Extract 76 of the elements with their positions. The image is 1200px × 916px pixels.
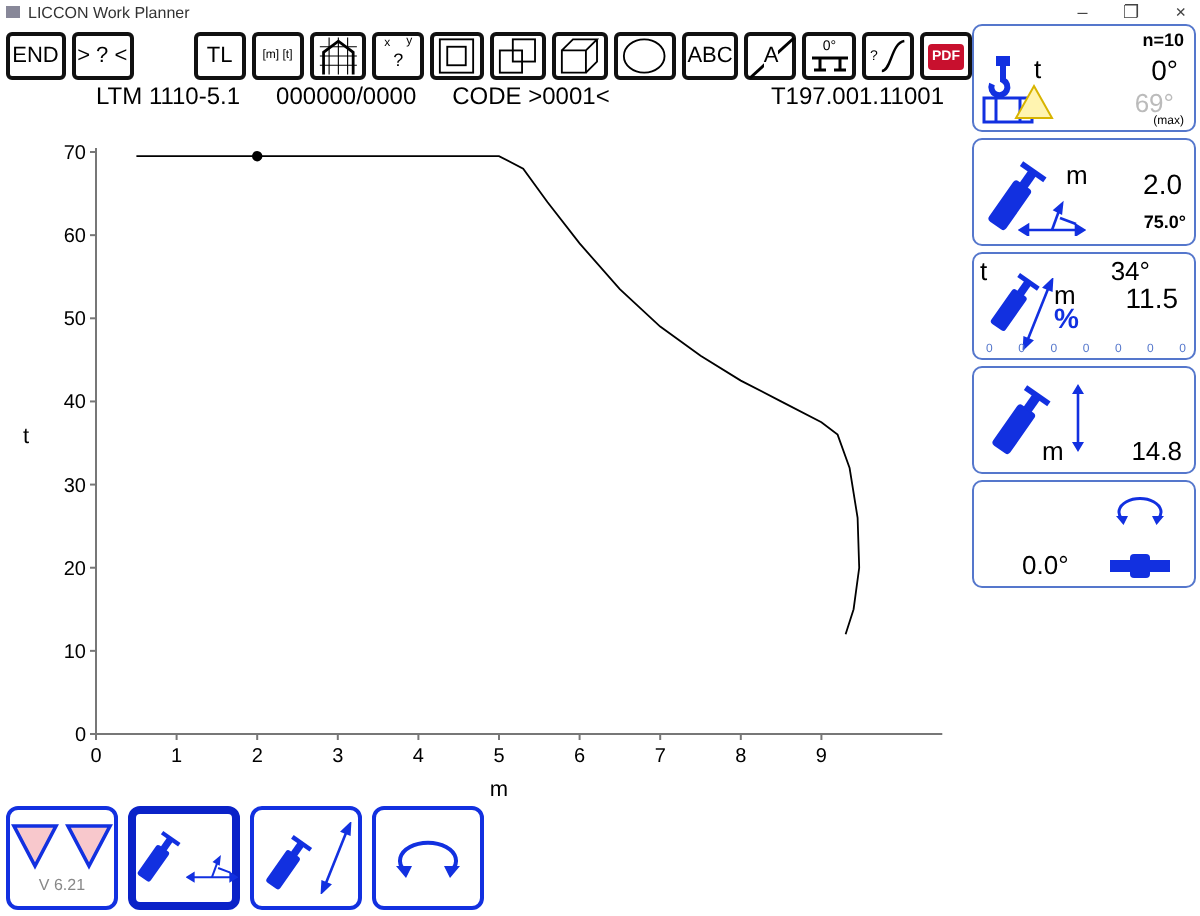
mode-button[interactable] xyxy=(372,806,484,910)
window-control-button[interactable]: × xyxy=(1161,1,1200,23)
double-arrow-icon xyxy=(318,822,354,894)
house-grid-icon xyxy=(317,34,359,78)
y-axis-label: t xyxy=(22,425,30,449)
x-tick-label: 0 xyxy=(90,746,102,768)
toolbar-button[interactable] xyxy=(614,32,676,80)
toolbar-button[interactable] xyxy=(430,32,484,80)
header-text: LTM 1110-5.1 xyxy=(96,82,241,110)
x-tick-label: 9 xyxy=(815,746,827,768)
mode-button[interactable] xyxy=(128,806,240,910)
toolbar-button[interactable]: TL xyxy=(193,32,246,80)
triangles-icon xyxy=(10,822,114,870)
ellipse-icon xyxy=(622,36,668,76)
cube-icon xyxy=(559,36,601,76)
fall-count: n=10 xyxy=(1142,30,1184,50)
toolbar-button[interactable] xyxy=(489,32,546,80)
y-tick-label: 60 xyxy=(63,226,86,249)
y-tick-label: 40 xyxy=(63,392,86,415)
app-icon xyxy=(6,6,20,18)
slash-icon xyxy=(748,36,797,80)
y-tick-label: 20 xyxy=(63,558,86,581)
unit-label: t xyxy=(1034,54,1042,84)
x-tick-label: 3 xyxy=(332,746,344,768)
overlapping-squares-icon xyxy=(497,36,538,76)
mode-button[interactable] xyxy=(250,806,362,910)
load-value: 0° xyxy=(1151,54,1178,86)
y-tick-label: 70 xyxy=(63,143,86,165)
toolbar-button[interactable] xyxy=(309,32,367,80)
slew-angle-value: 0.0° xyxy=(1022,550,1069,580)
version-button[interactable]: V 6.21 xyxy=(6,806,118,910)
x-tick-label: 6 xyxy=(574,746,586,768)
header-text: CODE >0001< xyxy=(452,82,610,110)
rotation-icon xyxy=(1110,492,1170,528)
radius-arrows-icon xyxy=(186,850,238,886)
x-tick-label: 4 xyxy=(412,746,424,768)
max-value: 69° xyxy=(1134,88,1174,118)
radius-value: 2.0 xyxy=(1143,168,1182,200)
frame-icon xyxy=(438,36,476,76)
y-tick-label: 0 xyxy=(74,725,86,747)
angle-value: 75.0° xyxy=(1143,212,1186,232)
y-tick-label: 50 xyxy=(63,309,86,332)
header-text: 000000/0000 xyxy=(276,82,417,110)
x-tick-label: 1 xyxy=(171,746,183,768)
slewing-base-icon xyxy=(1110,554,1170,578)
unit-label: m xyxy=(1066,160,1088,190)
unit-label: m xyxy=(1042,436,1064,466)
x-tick-label: 8 xyxy=(735,746,747,768)
toolbar-button[interactable]: > ? < xyxy=(71,32,134,80)
double-arrow-icon xyxy=(1020,278,1056,350)
level-bar-icon xyxy=(809,56,850,72)
radius-arrows-icon xyxy=(1018,200,1086,236)
toolbar-button[interactable]: END xyxy=(6,32,65,80)
status-card[interactable]: m 14.8 xyxy=(972,366,1196,474)
header-text: T197.001.11001 xyxy=(770,82,944,110)
window-control-button[interactable]: ❐ xyxy=(1109,1,1154,23)
x-axis-label: m xyxy=(489,778,509,798)
status-card[interactable]: m 2.0 75.0° xyxy=(972,138,1196,246)
x-tick-label: 7 xyxy=(654,746,666,768)
toolbar-button[interactable] xyxy=(551,32,609,80)
y-tick-label: 10 xyxy=(63,641,86,664)
angle-value: 34° xyxy=(1110,256,1150,286)
length-value: 11.5 xyxy=(1125,282,1178,314)
window-control-button[interactable]: – xyxy=(1063,1,1102,23)
x-tick-label: 5 xyxy=(493,746,505,768)
position-marker xyxy=(252,151,263,162)
toolbar-button[interactable]: ABC xyxy=(681,32,739,80)
window-title: LICCON Work Planner xyxy=(28,3,190,21)
height-value: 14.8 xyxy=(1131,436,1182,466)
curve-icon xyxy=(879,38,906,74)
status-card[interactable]: 0.0° xyxy=(972,480,1196,588)
y-tick-label: 30 xyxy=(63,475,86,498)
x-tick-label: 2 xyxy=(251,746,263,768)
toolbar-button[interactable]: A xyxy=(744,32,797,80)
vertical-arrow-icon xyxy=(1070,384,1086,452)
unit-label: t xyxy=(980,256,988,286)
